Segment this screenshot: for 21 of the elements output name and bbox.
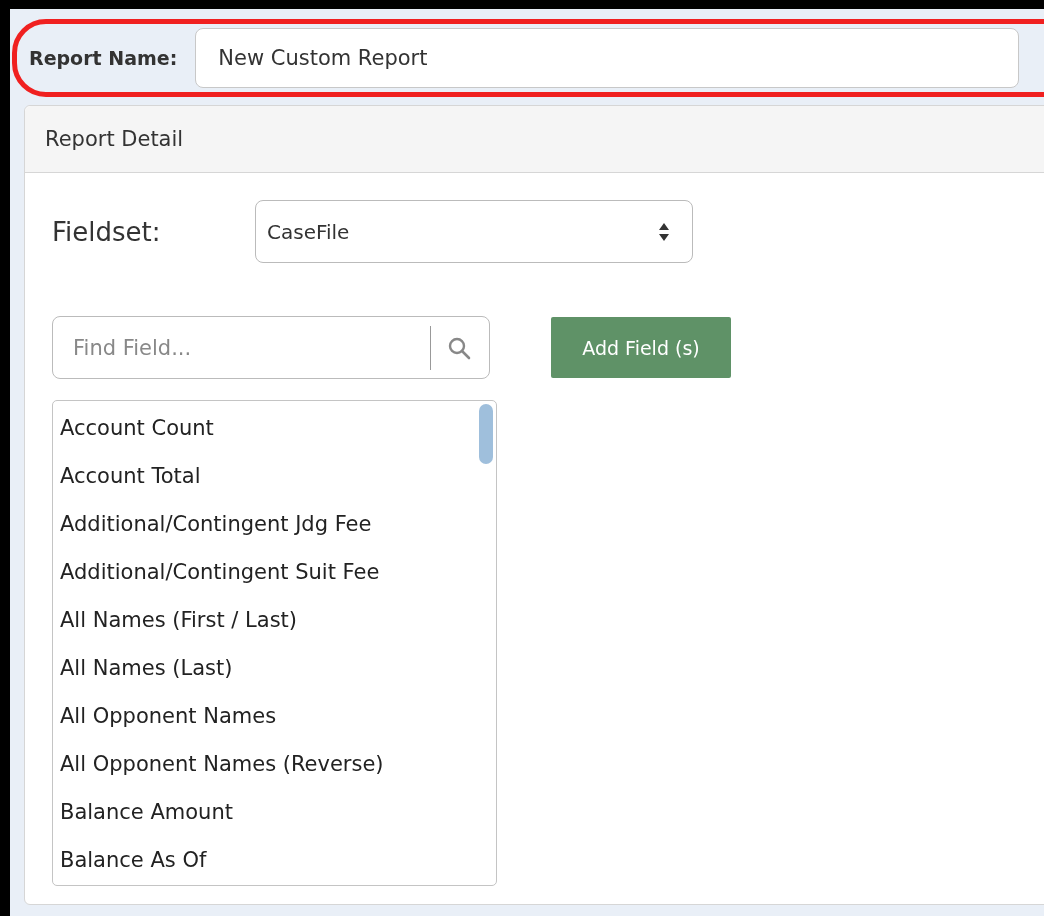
field-list-item[interactable]: Additional/Contingent Jdg Fee (53, 500, 496, 548)
field-list-item[interactable]: Account Total (53, 452, 496, 500)
sort-arrows-icon (658, 221, 670, 242)
fieldset-label: Fieldset: (52, 216, 162, 247)
field-list-item[interactable]: Balance As Of (53, 836, 496, 884)
panel-title: Report Detail (25, 106, 1044, 173)
report-name-label: Report Name: (29, 47, 178, 69)
search-field[interactable]: Find Field... (52, 316, 490, 379)
add-field-button[interactable]: Add Field (s) (551, 317, 731, 378)
scrollbar-thumb[interactable] (479, 404, 493, 464)
field-list-item[interactable]: All Names (Last) (53, 644, 496, 692)
field-list-item[interactable]: All Opponent Names (Reverse) (53, 740, 496, 788)
field-list-item[interactable]: Balance Amount (53, 788, 496, 836)
field-list-item[interactable]: Account Count (53, 404, 496, 452)
field-list-item[interactable]: All Opponent Names (53, 692, 496, 740)
field-list-item[interactable]: All Names (First / Last) (53, 596, 496, 644)
fieldset-select[interactable]: CaseFile (255, 200, 693, 263)
find-field-input[interactable]: Find Field... (53, 335, 430, 360)
report-name-field[interactable]: New Custom Report (195, 28, 1019, 88)
field-list-item[interactable]: Additional/Contingent Suit Fee (53, 548, 496, 596)
search-icon[interactable] (447, 335, 471, 360)
